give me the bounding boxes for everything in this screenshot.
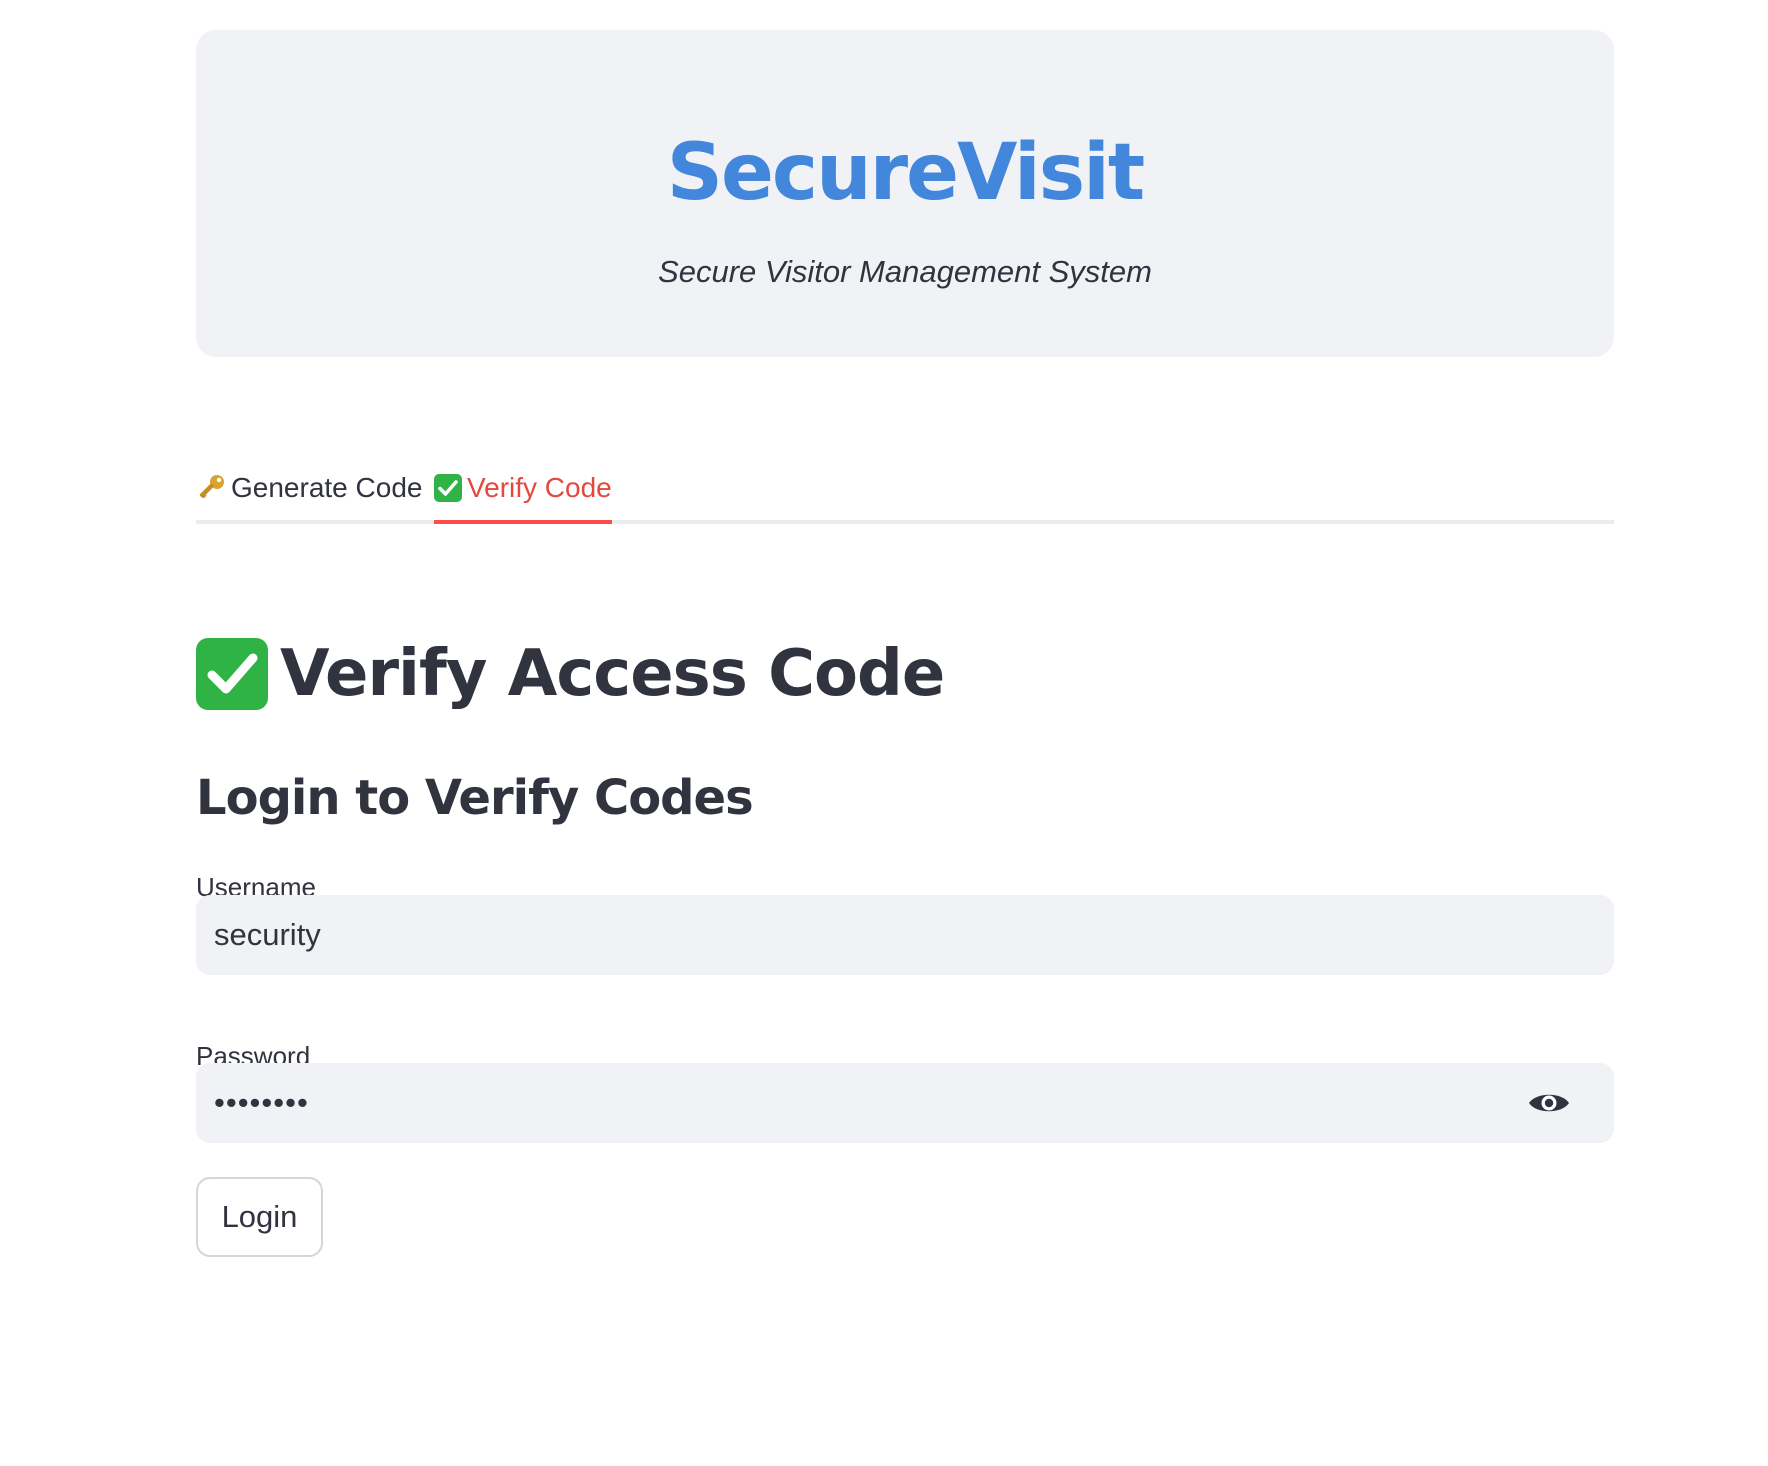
- tab-generate-code-label: Generate Code: [231, 472, 423, 503]
- check-mark-icon: [434, 474, 462, 502]
- tab-generate-code[interactable]: Generate Code: [196, 468, 422, 520]
- header-card: SecureVisit Secure Visitor Management Sy…: [196, 30, 1614, 357]
- app-subtitle: Secure Visitor Management System: [658, 254, 1152, 289]
- app-title: SecureVisit: [666, 128, 1145, 218]
- page-title: Verify Access Code: [196, 630, 945, 718]
- key-icon: [196, 473, 226, 503]
- tab-verify-code-label: Verify Code: [467, 472, 612, 503]
- username-input[interactable]: [196, 895, 1614, 975]
- eye-icon[interactable]: [1526, 1089, 1572, 1117]
- app-container: SecureVisit Secure Visitor Management Sy…: [196, 30, 1614, 1257]
- section-title: Login to Verify Codes: [196, 770, 754, 826]
- tab-verify-code[interactable]: Verify Code: [434, 468, 612, 524]
- tab-bar: Generate Code Verify Code: [196, 468, 1614, 524]
- page-title-text: Verify Access Code: [280, 637, 945, 711]
- password-input[interactable]: [196, 1063, 1614, 1143]
- login-button[interactable]: Login: [196, 1177, 323, 1257]
- check-mark-icon: [196, 638, 268, 710]
